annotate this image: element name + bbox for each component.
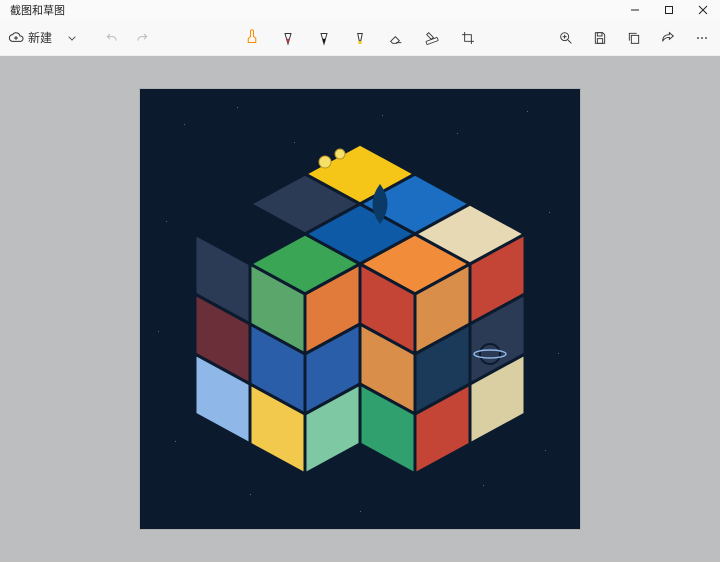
minimize-icon — [630, 5, 640, 15]
pen-red-button[interactable] — [274, 24, 302, 52]
share-button[interactable] — [654, 24, 682, 52]
canvas-area[interactable] — [0, 56, 720, 562]
ruler-button[interactable] — [418, 24, 446, 52]
copy-button[interactable] — [620, 24, 648, 52]
cube-illustration — [190, 124, 530, 494]
save-icon — [592, 30, 608, 46]
cloud-add-icon — [8, 30, 24, 46]
toolbar-center — [238, 24, 482, 52]
window-title: 截图和草图 — [10, 2, 65, 18]
pen-black-icon — [315, 29, 333, 47]
more-icon — [694, 30, 710, 46]
window-controls — [618, 0, 720, 20]
touch-write-button[interactable] — [238, 24, 266, 52]
highlighter-button[interactable] — [346, 24, 374, 52]
crop-button[interactable] — [454, 24, 482, 52]
zoom-button[interactable] — [552, 24, 580, 52]
pen-red-icon — [279, 29, 297, 47]
eraser-icon — [388, 30, 404, 46]
pen-black-button[interactable] — [310, 24, 338, 52]
close-icon — [698, 5, 708, 15]
touch-write-icon — [243, 29, 261, 47]
toolbar-left: 新建 — [4, 24, 156, 52]
new-dropdown-button[interactable] — [58, 24, 86, 52]
maximize-button[interactable] — [652, 0, 686, 20]
zoom-icon — [558, 30, 574, 46]
maximize-icon — [664, 5, 674, 15]
new-button[interactable]: 新建 — [4, 24, 56, 52]
toolbar: 新建 — [0, 20, 720, 56]
crop-icon — [460, 30, 476, 46]
more-button[interactable] — [688, 24, 716, 52]
copy-icon — [626, 30, 642, 46]
redo-button[interactable] — [128, 24, 156, 52]
toolbar-right — [552, 24, 716, 52]
undo-icon — [104, 30, 120, 46]
minimize-button[interactable] — [618, 0, 652, 20]
close-button[interactable] — [686, 0, 720, 20]
eraser-button[interactable] — [382, 24, 410, 52]
ruler-icon — [424, 30, 440, 46]
highlighter-icon — [351, 29, 369, 47]
share-icon — [660, 30, 676, 46]
redo-icon — [134, 30, 150, 46]
titlebar: 截图和草图 — [0, 0, 720, 20]
save-button[interactable] — [586, 24, 614, 52]
canvas-image — [140, 89, 580, 529]
chevron-down-icon — [64, 30, 80, 46]
new-button-label: 新建 — [28, 29, 52, 46]
undo-button[interactable] — [98, 24, 126, 52]
app-window: 截图和草图 新建 — [0, 0, 720, 562]
